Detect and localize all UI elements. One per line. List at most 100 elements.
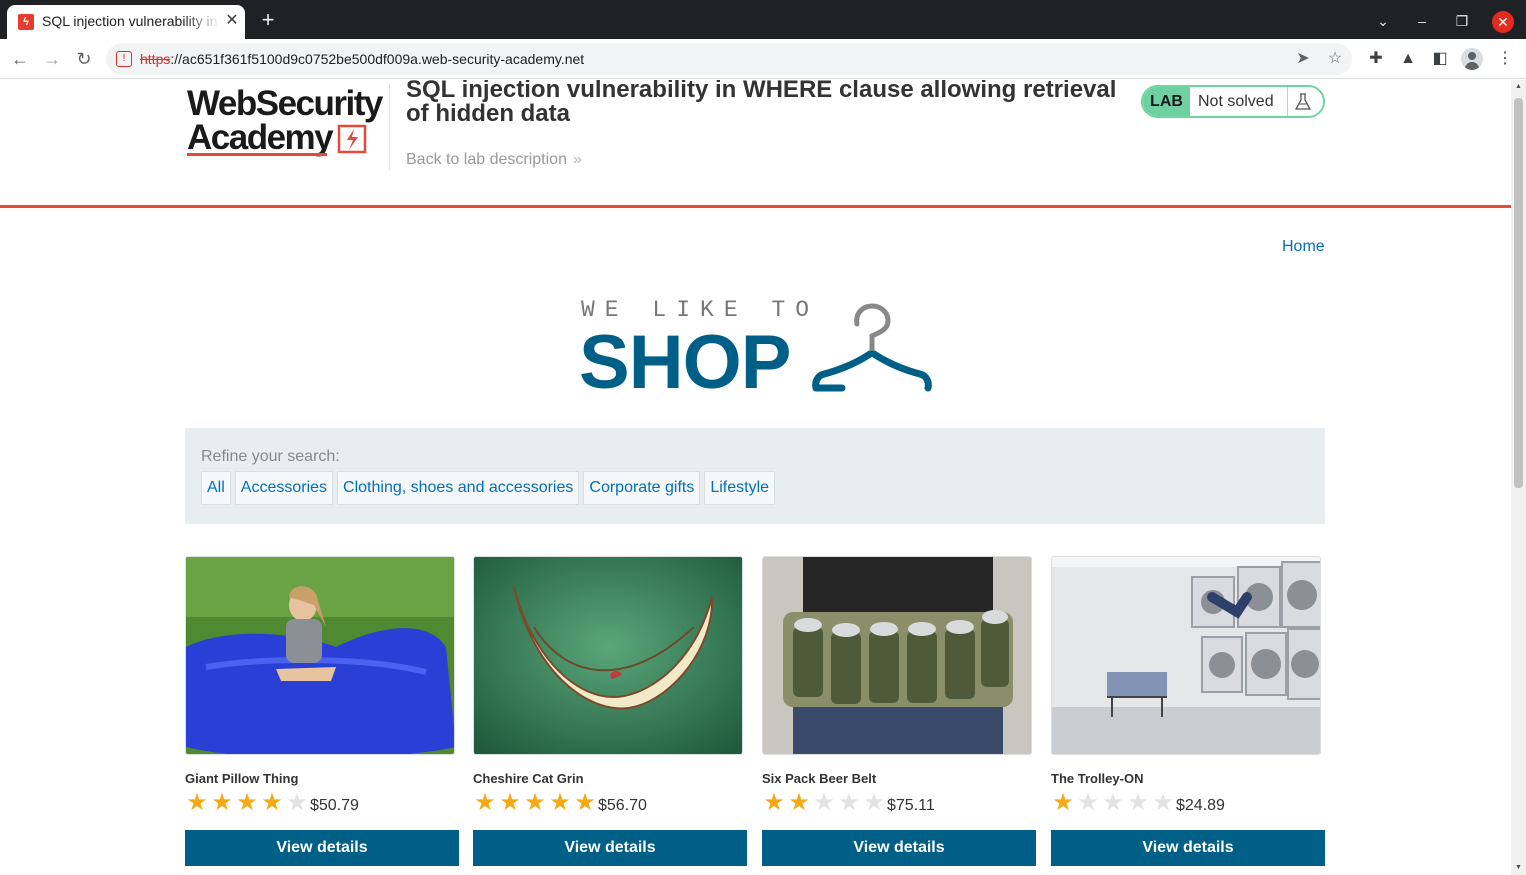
we-like-to-shop-logo: WE LIKE TO SHOP xyxy=(579,295,939,403)
filter-corporate-gifts[interactable]: Corporate gifts xyxy=(583,471,701,505)
star-icon: ★ xyxy=(763,789,785,816)
star-rating: ★ ★ ★ ★ ★ xyxy=(1051,791,1175,815)
star-icon: ★ xyxy=(1052,789,1074,816)
star-icon: ★ xyxy=(863,789,885,816)
star-icon: ★ xyxy=(524,789,546,816)
star-icon: ★ xyxy=(261,789,283,816)
lab-extension-flask-icon[interactable]: ▲ xyxy=(1397,48,1419,70)
chevron-right-double-icon: » xyxy=(572,151,582,168)
star-icon: ★ xyxy=(286,789,308,816)
star-icon: ★ xyxy=(574,789,596,816)
filter-accessories[interactable]: Accessories xyxy=(234,471,334,505)
scrollbar-thumb[interactable] xyxy=(1514,98,1523,488)
star-icon: ★ xyxy=(474,789,496,816)
category-filters: All Accessories Clothing, shoes and acce… xyxy=(201,471,776,505)
tab-title: SQL injection vulnerability in WHERE cla… xyxy=(42,13,220,29)
page-scrollbar[interactable]: ▲ ▼ xyxy=(1511,80,1526,875)
close-window-icon[interactable]: ✕ xyxy=(1492,11,1514,33)
product-image[interactable] xyxy=(1051,556,1321,755)
scroll-down-arrow-icon[interactable]: ▼ xyxy=(1514,864,1523,872)
logo-lightning-icon xyxy=(337,124,367,154)
trolley-laundromat-photo xyxy=(1052,557,1320,754)
extensions-puzzle-icon[interactable]: ✚ xyxy=(1365,48,1387,70)
refine-search-panel: Refine your search: All Accessories Clot… xyxy=(185,428,1325,524)
lab-status-text: Not solved xyxy=(1190,87,1288,116)
view-details-button[interactable]: View details xyxy=(762,830,1036,866)
filter-all[interactable]: All xyxy=(201,471,231,505)
browser-toolbar: ← → ↻ ! https://ac651f361f5100d9c0752be5… xyxy=(0,39,1526,79)
tab-search-chevron-icon[interactable]: ⌄ xyxy=(1372,10,1394,32)
url-scheme: https xyxy=(140,51,171,67)
url-text[interactable]: https://ac651f361f5100d9c0752be500df009a… xyxy=(140,51,584,67)
product-image[interactable] xyxy=(185,556,455,755)
academy-lab-header: WebSecurity Academy SQL injection vulner… xyxy=(0,80,1511,208)
logo-underline xyxy=(187,153,327,156)
browser-tab-active[interactable]: ϟ SQL injection vulnerability in WHERE c… xyxy=(7,5,245,39)
forward-arrow-icon[interactable]: → xyxy=(40,47,64,71)
page-viewport: WebSecurity Academy SQL injection vulner… xyxy=(0,80,1511,875)
address-bar[interactable]: ! https://ac651f361f5100d9c0752be500df00… xyxy=(106,43,1352,75)
filter-lifestyle[interactable]: Lifestyle xyxy=(704,471,776,505)
product-name: The Trolley-ON xyxy=(1051,771,1144,786)
back-link-label: Back to lab description xyxy=(406,151,567,168)
cheshire-cat-grin-photo xyxy=(474,557,742,754)
header-divider xyxy=(389,84,390,170)
view-details-button[interactable]: View details xyxy=(473,830,747,866)
site-favicon-icon: ϟ xyxy=(18,14,34,30)
shop-word: SHOP xyxy=(579,320,791,405)
star-icon: ★ xyxy=(549,789,571,816)
product-price: $50.79 xyxy=(310,797,359,814)
logo-text-line2: Academy xyxy=(187,118,334,157)
star-icon: ★ xyxy=(236,789,258,816)
product-price: $75.11 xyxy=(887,797,935,814)
product-name: Giant Pillow Thing xyxy=(185,771,299,786)
clothes-hanger-icon xyxy=(812,303,932,392)
lab-title: SQL injection vulnerability in WHERE cla… xyxy=(406,80,1117,127)
product-price: $24.89 xyxy=(1176,797,1225,814)
star-icon: ★ xyxy=(499,789,521,816)
star-icon: ★ xyxy=(813,789,835,816)
star-icon: ★ xyxy=(788,789,810,816)
back-arrow-icon[interactable]: ← xyxy=(8,47,32,71)
not-secure-warning-icon[interactable]: ! xyxy=(116,51,132,67)
product-name: Cheshire Cat Grin xyxy=(473,771,584,786)
six-pack-beer-belt-photo xyxy=(763,557,1031,754)
restore-window-icon[interactable]: ❐ xyxy=(1451,10,1473,32)
view-details-button[interactable]: View details xyxy=(1051,830,1325,866)
product-name: Six Pack Beer Belt xyxy=(762,771,877,786)
product-grid: Giant Pillow Thing ★ ★ ★ ★ ★ $50.79 View det… xyxy=(185,556,1325,875)
url-host: ://ac651f361f5100d9c0752be500df009a.web-… xyxy=(170,51,585,67)
star-rating: ★ ★ ★ ★ ★ xyxy=(473,791,597,815)
lab-badge-label: LAB xyxy=(1143,87,1190,116)
giant-pillow-photo xyxy=(186,557,454,754)
star-rating: ★ ★ ★ ★ ★ xyxy=(185,791,309,815)
star-rating: ★ ★ ★ ★ ★ xyxy=(762,791,886,815)
profile-avatar-icon[interactable] xyxy=(1461,48,1483,70)
lab-status-badge: LAB Not solved xyxy=(1141,85,1325,118)
refine-search-label: Refine your search: xyxy=(201,448,340,465)
side-panel-icon[interactable]: ◧ xyxy=(1429,48,1451,70)
view-details-button[interactable]: View details xyxy=(185,830,459,866)
browser-menu-kebab-icon[interactable]: ⋮ xyxy=(1494,48,1516,70)
scroll-up-arrow-icon[interactable]: ▲ xyxy=(1514,83,1523,91)
star-icon: ★ xyxy=(1077,789,1099,816)
web-security-academy-logo[interactable]: WebSecurity Academy xyxy=(187,84,387,158)
reload-icon[interactable]: ↻ xyxy=(72,47,96,71)
close-tab-icon[interactable]: ✕ xyxy=(222,11,242,31)
star-icon: ★ xyxy=(186,789,208,816)
product-image[interactable] xyxy=(473,556,743,755)
star-icon: ★ xyxy=(211,789,233,816)
filter-clothing-shoes-accessories[interactable]: Clothing, shoes and accessories xyxy=(337,471,580,505)
star-icon: ★ xyxy=(1102,789,1124,816)
send-tab-icon[interactable]: ➤ xyxy=(1293,49,1313,69)
star-icon: ★ xyxy=(838,789,860,816)
browser-tab-strip: ϟ SQL injection vulnerability in WHERE c… xyxy=(0,0,1526,39)
back-to-lab-description-link[interactable]: Back to lab description » xyxy=(406,151,582,169)
product-image[interactable] xyxy=(762,556,1032,755)
star-icon: ★ xyxy=(1127,789,1149,816)
home-link[interactable]: Home xyxy=(1282,238,1325,256)
new-tab-button[interactable]: + xyxy=(256,9,280,33)
product-price: $56.70 xyxy=(598,797,647,814)
bookmark-star-icon[interactable]: ☆ xyxy=(1325,49,1345,69)
minimize-window-icon[interactable]: – xyxy=(1411,10,1433,32)
